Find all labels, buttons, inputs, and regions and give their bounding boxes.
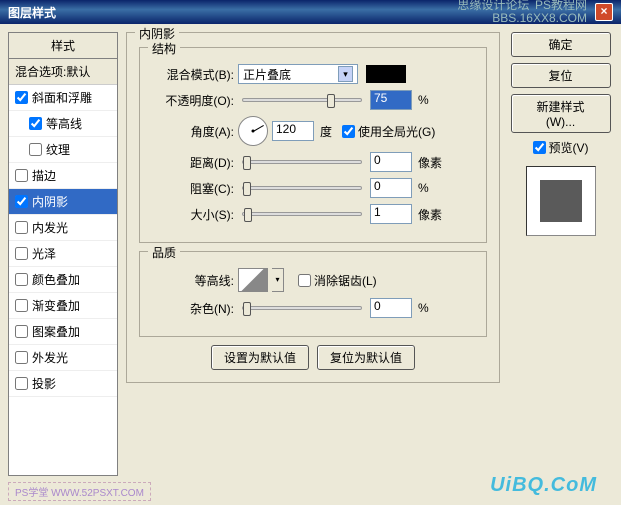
preview-swatch: [540, 180, 582, 222]
chevron-down-icon[interactable]: ▾: [272, 268, 284, 292]
style-label: 内发光: [32, 219, 68, 236]
angle-unit: 度: [320, 123, 332, 140]
opacity-slider[interactable]: [242, 98, 362, 102]
style-checkbox[interactable]: [15, 195, 28, 208]
style-label: 投影: [32, 375, 56, 392]
style-label: 斜面和浮雕: [32, 89, 92, 106]
style-item-6[interactable]: 光泽: [9, 241, 117, 267]
choke-input[interactable]: 0: [370, 178, 412, 198]
opacity-unit: %: [418, 93, 429, 107]
choke-label: 阻塞(C):: [152, 180, 234, 197]
chevron-down-icon[interactable]: ▾: [338, 66, 353, 82]
blend-mode-value: 正片叠底: [243, 66, 291, 83]
angle-dial[interactable]: [238, 116, 268, 146]
style-label: 渐变叠加: [32, 297, 80, 314]
distance-slider[interactable]: [242, 160, 362, 164]
dialog-buttons: 确定 复位 新建样式(W)... 预览(V): [508, 32, 613, 476]
noise-slider[interactable]: [242, 306, 362, 310]
style-item-7[interactable]: 颜色叠加: [9, 267, 117, 293]
style-label: 光泽: [32, 245, 56, 262]
size-input[interactable]: 1: [370, 204, 412, 224]
quality-title: 品质: [148, 244, 180, 261]
inner-shadow-group: 内阴影 结构 混合模式(B): 正片叠底 ▾ 不透明度(O): 75 %: [126, 32, 500, 383]
style-item-8[interactable]: 渐变叠加: [9, 293, 117, 319]
style-checkbox[interactable]: [29, 117, 42, 130]
watermark-ps: PS学堂 WWW.52PSXT.COM: [8, 482, 151, 501]
window-title: 图层样式: [8, 4, 457, 21]
titlebar: 图层样式 思缘设计论坛 PS教程网 BBS.16XX8.COM ×: [0, 0, 621, 24]
style-checkbox[interactable]: [29, 143, 42, 156]
style-label: 图案叠加: [32, 323, 80, 340]
blend-defaults[interactable]: 混合选项:默认: [9, 59, 117, 85]
watermark: 思缘设计论坛 PS教程网 BBS.16XX8.COM: [457, 0, 587, 25]
size-label: 大小(S):: [152, 206, 234, 223]
style-checkbox[interactable]: [15, 299, 28, 312]
style-label: 等高线: [46, 115, 82, 132]
opacity-input[interactable]: 75: [370, 90, 412, 110]
ok-button[interactable]: 确定: [511, 32, 611, 57]
style-item-5[interactable]: 内发光: [9, 215, 117, 241]
preview-box: [526, 166, 596, 236]
blend-mode-label: 混合模式(B):: [152, 66, 234, 83]
style-item-9[interactable]: 图案叠加: [9, 319, 117, 345]
style-checkbox[interactable]: [15, 169, 28, 182]
distance-label: 距离(D):: [152, 154, 234, 171]
style-label: 颜色叠加: [32, 271, 80, 288]
structure-group: 结构 混合模式(B): 正片叠底 ▾ 不透明度(O): 75 % 角: [139, 47, 487, 243]
styles-header: 样式: [9, 33, 117, 59]
blend-mode-dropdown[interactable]: 正片叠底 ▾: [238, 64, 358, 84]
distance-unit: 像素: [418, 154, 442, 171]
contour-label: 等高线:: [152, 272, 234, 289]
style-checkbox[interactable]: [15, 377, 28, 390]
opacity-label: 不透明度(O):: [152, 92, 234, 109]
choke-slider[interactable]: [242, 186, 362, 190]
style-item-3[interactable]: 描边: [9, 163, 117, 189]
style-item-10[interactable]: 外发光: [9, 345, 117, 371]
distance-input[interactable]: 0: [370, 152, 412, 172]
make-default-button[interactable]: 设置为默认值: [211, 345, 309, 370]
angle-input[interactable]: 120: [272, 121, 314, 141]
structure-title: 结构: [148, 40, 180, 57]
style-checkbox[interactable]: [15, 325, 28, 338]
style-checkbox[interactable]: [15, 247, 28, 260]
antialias-checkbox[interactable]: 消除锯齿(L): [298, 272, 377, 289]
settings-panel: 内阴影 结构 混合模式(B): 正片叠底 ▾ 不透明度(O): 75 %: [126, 32, 500, 476]
style-item-11[interactable]: 投影: [9, 371, 117, 397]
style-item-2[interactable]: 纹理: [9, 137, 117, 163]
reset-default-button[interactable]: 复位为默认值: [317, 345, 415, 370]
angle-label: 角度(A):: [152, 123, 234, 140]
new-style-button[interactable]: 新建样式(W)...: [511, 94, 611, 133]
global-light-checkbox[interactable]: 使用全局光(G): [342, 123, 435, 140]
style-label: 外发光: [32, 349, 68, 366]
choke-unit: %: [418, 181, 429, 195]
style-checkbox[interactable]: [15, 221, 28, 234]
noise-label: 杂色(N):: [152, 300, 234, 317]
watermark-uibq: UiBQ.CoM: [490, 474, 597, 497]
style-item-0[interactable]: 斜面和浮雕: [9, 85, 117, 111]
style-label: 内阴影: [32, 193, 68, 210]
style-checkbox[interactable]: [15, 91, 28, 104]
size-slider[interactable]: [242, 212, 362, 216]
style-item-1[interactable]: 等高线: [9, 111, 117, 137]
style-checkbox[interactable]: [15, 273, 28, 286]
styles-list: 样式 混合选项:默认 斜面和浮雕等高线纹理描边内阴影内发光光泽颜色叠加渐变叠加图…: [8, 32, 118, 476]
cancel-button[interactable]: 复位: [511, 63, 611, 88]
style-label: 描边: [32, 167, 56, 184]
style-label: 纹理: [46, 141, 70, 158]
style-checkbox[interactable]: [15, 351, 28, 364]
noise-unit: %: [418, 301, 429, 315]
noise-input[interactable]: 0: [370, 298, 412, 318]
contour-picker[interactable]: [238, 268, 268, 292]
size-unit: 像素: [418, 206, 442, 223]
close-icon[interactable]: ×: [595, 3, 613, 21]
style-item-4[interactable]: 内阴影: [9, 189, 117, 215]
shadow-color-swatch[interactable]: [366, 65, 406, 83]
preview-checkbox[interactable]: 预览(V): [533, 139, 589, 156]
quality-group: 品质 等高线: ▾ 消除锯齿(L) 杂色(N): 0 %: [139, 251, 487, 337]
